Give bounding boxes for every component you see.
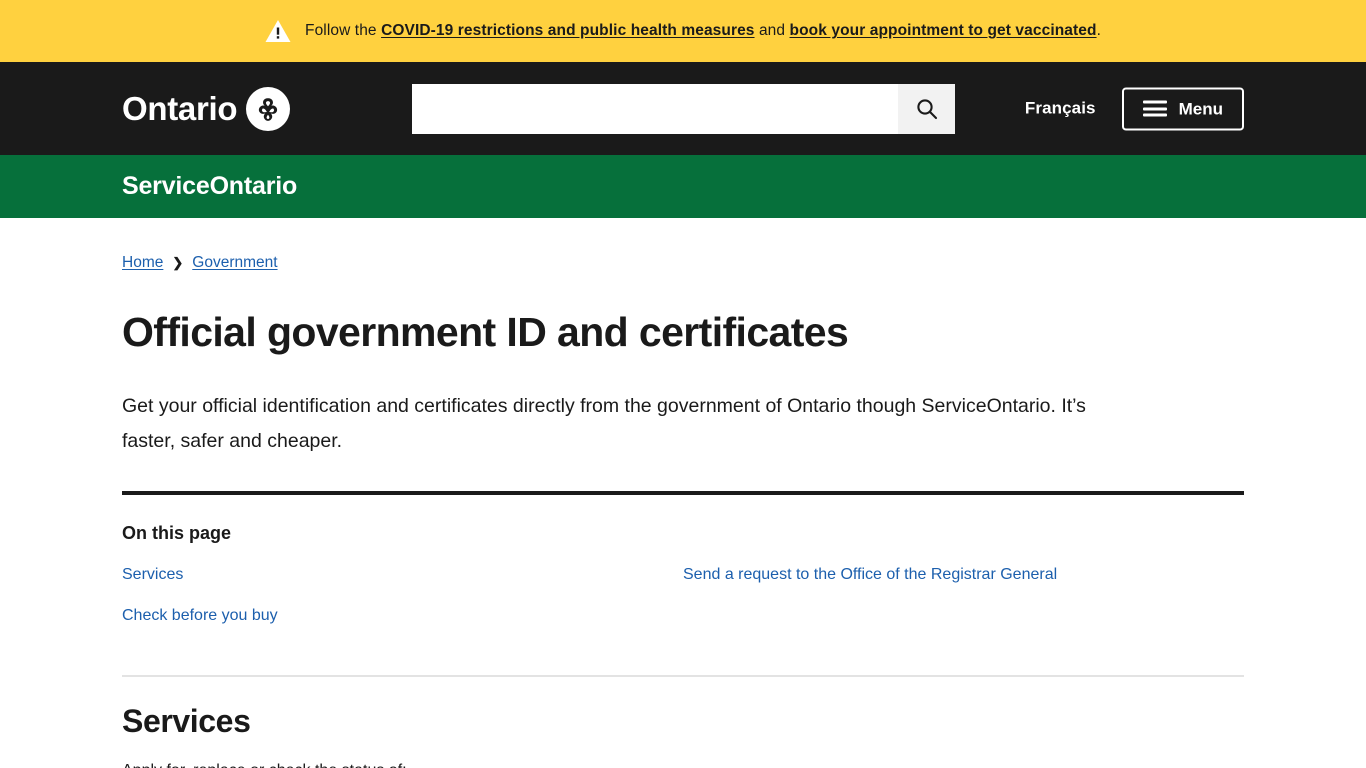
vaccine-appointment-link[interactable]: book your appointment to get vaccinated [790,22,1097,39]
on-this-page-link-registrar-general[interactable]: Send a request to the Office of the Regi… [683,565,1244,586]
services-section: Services Apply for, replace or check the… [122,703,1244,768]
search-input[interactable] [412,83,898,134]
hamburger-icon [1142,100,1167,117]
section-divider-thick [122,490,1244,495]
search-icon [916,98,937,119]
services-heading: Services [122,703,251,740]
ontario-trillium-logo-icon [246,86,291,131]
sub-bar-inner: ServiceOntario [122,172,1244,201]
on-this-page-heading: On this page [122,522,232,543]
on-this-page-section: On this page Services Check before you b… [122,523,1244,678]
chevron-right-icon: ❯ [172,254,184,270]
breadcrumb-item-home[interactable]: Home [122,254,163,272]
serviceontario-bar: ServiceOntario [0,155,1366,218]
search-submit-button[interactable] [898,83,955,134]
services-lead-text: Apply for, replace or check the status o… [122,759,1244,768]
header-inner: Ontario Français Menu [122,62,1244,155]
alert-prefix: Follow the [305,21,382,39]
alert-message: Follow the COVID-19 restrictions and pub… [305,21,1101,41]
serviceontario-link[interactable]: ServiceOntario [122,172,297,200]
language-toggle-link[interactable]: Français [1025,99,1096,119]
page-intro-text: Get your official identification and cer… [122,395,1086,452]
header-actions: Français Menu [1025,87,1244,130]
site-header: Ontario Français Menu [0,62,1366,155]
alert-content: Follow the COVID-19 restrictions and pub… [122,19,1244,43]
alert-middle: and [754,21,790,39]
on-this-page-links: Services Check before you buy Send a req… [122,565,1244,649]
menu-button[interactable]: Menu [1121,87,1244,130]
page-title: Official government ID and certificates [122,309,849,355]
alert-suffix: . [1096,21,1101,39]
menu-button-label: Menu [1178,99,1223,118]
warning-triangle-icon [265,20,291,42]
covid-restrictions-link[interactable]: COVID-19 restrictions and public health … [381,22,754,39]
brand-wordmark: Ontario [122,90,238,127]
section-divider-thin [122,675,1244,678]
breadcrumb-item-government[interactable]: Government [192,254,277,272]
on-this-page-link-check-before-you-buy[interactable]: Check before you buy [122,606,683,627]
on-this-page-link-services[interactable]: Services [122,565,683,586]
on-this-page-right-column: Send a request to the Office of the Regi… [683,565,1244,649]
breadcrumb: Home ❯ Government [122,254,1244,272]
on-this-page-left-column: Services Check before you buy [122,565,683,649]
site-search [412,83,955,134]
ontario-home-link[interactable]: Ontario [122,86,291,131]
main-content: Home ❯ Government Official government ID… [122,218,1244,768]
covid-alert-banner: Follow the COVID-19 restrictions and pub… [0,0,1366,62]
